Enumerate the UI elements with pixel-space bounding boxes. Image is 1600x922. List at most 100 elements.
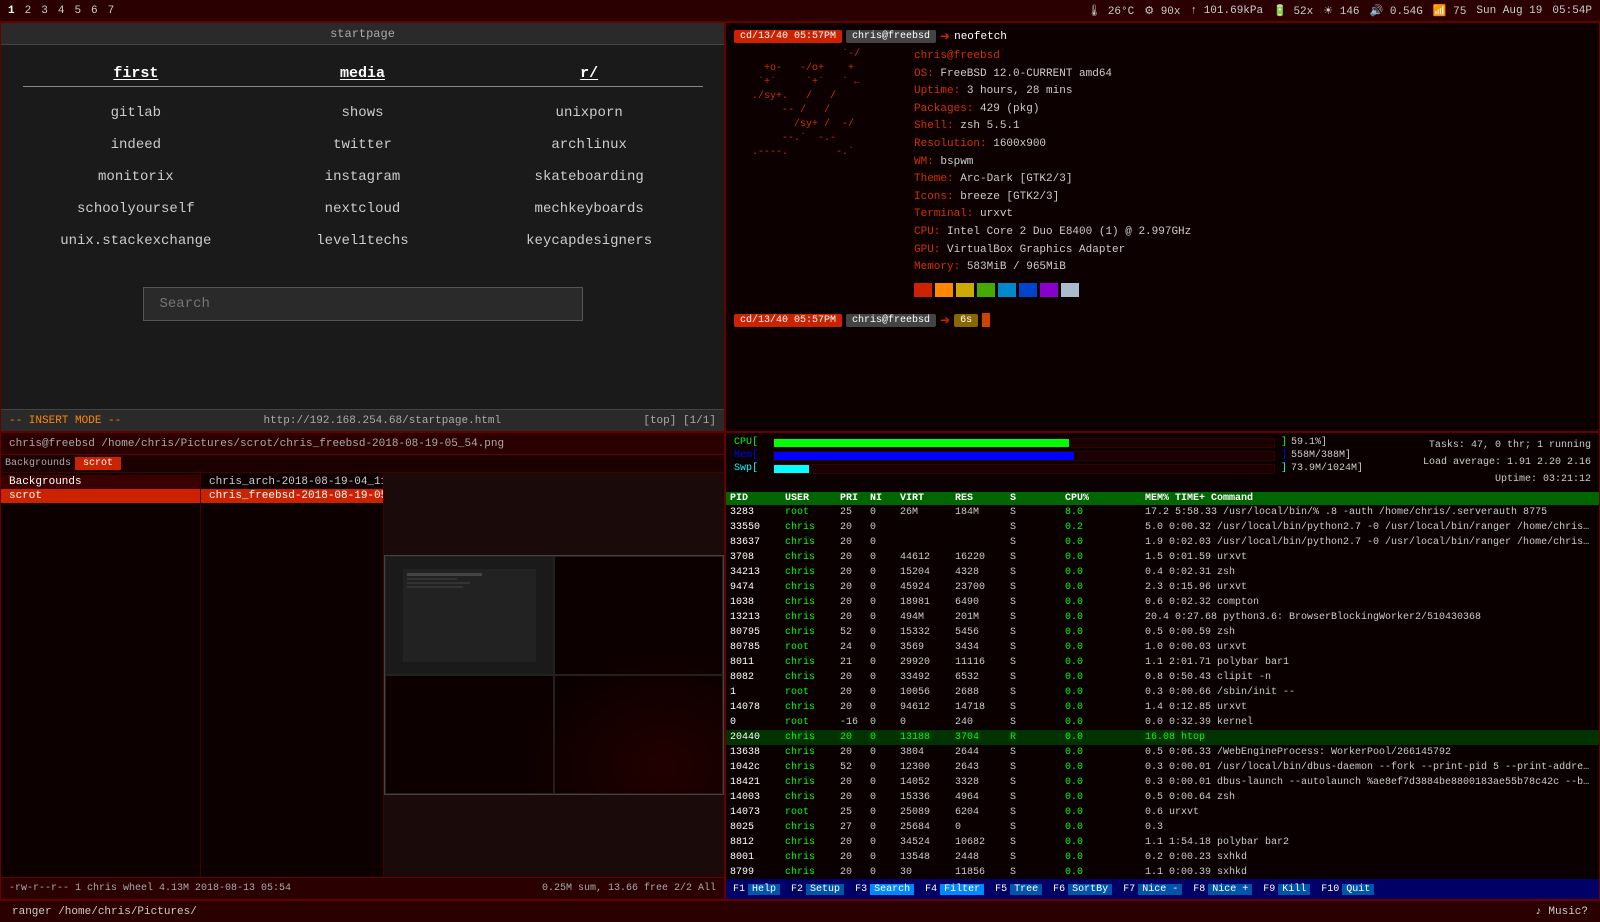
- link-mechkeyboards[interactable]: mechkeyboards: [535, 201, 644, 217]
- ranger-tab-backgrounds[interactable]: Backgrounds: [5, 458, 71, 469]
- htop-process-row[interactable]: 8082 chris 20 0 33492 6532 S 0.0 0.8 0:5…: [726, 670, 1599, 685]
- ranger-left-panel: Backgrounds scrot: [1, 473, 201, 877]
- link-skateboarding[interactable]: skateboarding: [535, 169, 644, 185]
- workspace-1[interactable]: 1: [8, 5, 15, 17]
- htop-f7-nice-minus[interactable]: F7Nice -: [1120, 884, 1186, 895]
- terminal-prompt-line1: cd/13/40 05:57PM chris@freebsd ➜ neofetc…: [734, 29, 1591, 44]
- htop-process-row[interactable]: 0 root -16 0 0 240 S 0.0 0.0 0:32.39 ker…: [726, 715, 1599, 730]
- htop-process-row[interactable]: 83637 chris 20 0 S 0.0 1.9 0:02.03 /usr/…: [726, 535, 1599, 550]
- htop-process-row[interactable]: 1042c chris 52 0 12300 2643 S 0.0 0.3 0:…: [726, 760, 1599, 775]
- link-twitter[interactable]: twitter: [333, 137, 392, 153]
- terminal-cursor: [982, 313, 990, 327]
- search-input[interactable]: [143, 287, 583, 321]
- terminal-prompt-bg2: cd/13/40 05:57PM: [734, 314, 842, 327]
- htop-process-row[interactable]: 1038 chris 20 0 18981 6490 S 0.0 0.6 0:0…: [726, 595, 1599, 610]
- htop-process-row[interactable]: 14078 chris 20 0 94612 14718 S 0.0 1.4 0…: [726, 700, 1599, 715]
- htop-process-row[interactable]: 18421 chris 20 0 14052 3328 S 0.0 0.3 0:…: [726, 775, 1599, 790]
- workspace-5[interactable]: 5: [74, 5, 81, 17]
- htop-process-row[interactable]: 8025 chris 27 0 25684 0 S 0.0 0.3: [726, 820, 1599, 835]
- startpage-links: first gitlab indeed monitorix schoolyour…: [23, 65, 703, 257]
- htop-f4-filter[interactable]: F4Filter: [922, 884, 988, 895]
- color-yellow: [956, 283, 974, 297]
- htop-process-row[interactable]: 8799 chris 20 0 30 11856 S 0.0 1.1 0:00.…: [726, 865, 1599, 879]
- link-level1techs[interactable]: level1techs: [316, 233, 408, 249]
- neofetch-terminal-label: Terminal:: [914, 208, 980, 220]
- col-media-header: media: [249, 65, 476, 87]
- ranger-file-2[interactable]: chris_freebsd-2018-08-19-05_54.png 4.13 …: [201, 489, 383, 503]
- col-reddit-header: r/: [476, 65, 703, 87]
- htop-process-row[interactable]: 3708 chris 20 0 44612 16220 S 0.0 1.5 0:…: [726, 550, 1599, 565]
- htop-process-row[interactable]: 8812 chris 20 0 34524 10682 S 0.0 1.1 1:…: [726, 835, 1599, 850]
- workspace-2[interactable]: 2: [25, 5, 32, 17]
- htop-process-row[interactable]: 34213 chris 20 0 15204 4328 S 0.0 0.4 0:…: [726, 565, 1599, 580]
- htop-process-list: 3283 root 25 0 26M 184M S 8.0 17.2 5:58.…: [726, 505, 1599, 879]
- vol-stat: 🔊 0.54G: [1370, 4, 1423, 18]
- htop-f9-kill[interactable]: F9Kill: [1260, 884, 1314, 895]
- htop-tasks: Tasks: 47, 0 thr; 1 running: [1391, 437, 1591, 454]
- workspace-6[interactable]: 6: [91, 5, 98, 17]
- link-keycapdesigners[interactable]: keycapdesigners: [526, 233, 652, 249]
- neofetch-gpu-label: GPU:: [914, 244, 947, 256]
- ranger-file-info: -rw-r--r-- 1 chris wheel 4.13M 2018-08-1…: [9, 883, 291, 894]
- topbar: 1 2 3 4 5 6 7 🌡 26°C ⚙ 90x ↑ 101.69kPa 🔋…: [0, 0, 1600, 22]
- ranger-dir-scrot[interactable]: scrot: [1, 489, 200, 503]
- htop-process-row[interactable]: 80795 chris 52 0 15332 5456 S 0.0 0.5 0:…: [726, 625, 1599, 640]
- link-unix-stackexchange[interactable]: unix.stackexchange: [60, 233, 211, 249]
- main-grid: startpage first gitlab indeed monitorix …: [0, 22, 1600, 900]
- link-indeed[interactable]: indeed: [111, 137, 161, 153]
- htop-process-row[interactable]: 13638 chris 20 0 3804 2644 S 0.0 0.5 0:0…: [726, 745, 1599, 760]
- neofetch-cmd: neofetch: [954, 31, 1007, 43]
- htop-f2-setup[interactable]: F2Setup: [788, 884, 848, 895]
- link-schoolyourself[interactable]: schoolyourself: [77, 201, 195, 217]
- htop-process-row[interactable]: 80785 root 24 0 3569 3434 S 0.0 1.0 0:00…: [726, 640, 1599, 655]
- terminal-prompt-line2: cd/13/40 05:57PM chris@freebsd ➜ 6s: [734, 313, 1591, 328]
- htop-f1-help[interactable]: F1Help: [730, 884, 784, 895]
- topbar-stats: 🌡 26°C ⚙ 90x ↑ 101.69kPa 🔋 52x ☀ 146 🔊 0…: [1087, 4, 1592, 18]
- htop-footer[interactable]: F1Help F2Setup F3Search F4Filter F5Tree …: [726, 879, 1599, 899]
- color-cyan: [998, 283, 1016, 297]
- ranger-space-info: 0.25M sum, 13.66 free 2/2 All: [542, 883, 716, 894]
- htop-f8-nice-plus[interactable]: F8Nice +: [1190, 884, 1256, 895]
- link-instagram[interactable]: instagram: [325, 169, 401, 185]
- link-monitorix[interactable]: monitorix: [98, 169, 174, 185]
- terminal-prompt-bg1: cd/13/40 05:57PM: [734, 30, 842, 43]
- htop-process-row[interactable]: 9474 chris 20 0 45924 23700 S 0.0 2.3 0:…: [726, 580, 1599, 595]
- neofetch-output: `-/ +o- -/o+ + `+` `+` ` ← ./sy+. / / --…: [734, 48, 1591, 297]
- ranger-tab-scrot[interactable]: scrot: [75, 457, 121, 470]
- htop-process-row[interactable]: 8011 chris 21 0 29920 11116 S 0.0 1.1 2:…: [726, 655, 1599, 670]
- htop-process-row[interactable]: 14003 chris 20 0 15336 4964 S 0.0 0.5 0:…: [726, 790, 1599, 805]
- io-stat: ↑ 101.69kPa: [1191, 5, 1264, 17]
- htop-process-row[interactable]: 33550 chris 20 0 S 0.2 5.0 0:00.32 /usr/…: [726, 520, 1599, 535]
- workspace-4[interactable]: 4: [58, 5, 65, 17]
- link-shows[interactable]: shows: [341, 105, 383, 121]
- htop-process-row[interactable]: 1 root 20 0 10056 2688 S 0.0 0.3 0:00.66…: [726, 685, 1599, 700]
- neofetch-wm-label: WM:: [914, 156, 940, 168]
- ranger-middle-panel: chris_arch-2018-08-19-04_11.png chris_fr…: [201, 473, 384, 877]
- link-archlinux[interactable]: archlinux: [551, 137, 627, 153]
- htop-process-row[interactable]: 20440 chris 20 0 13188 3704 R 0.0 16.08 …: [726, 730, 1599, 745]
- htop-f3-search[interactable]: F3Search: [852, 884, 918, 895]
- htop-swp-fill: [774, 465, 809, 473]
- htop-cpu-value: 59.1%]: [1291, 437, 1371, 448]
- htop-f5-tree[interactable]: F5Tree: [992, 884, 1046, 895]
- workspace-3[interactable]: 3: [41, 5, 48, 17]
- link-nextcloud[interactable]: nextcloud: [325, 201, 401, 217]
- htop-f10-quit[interactable]: F10Quit: [1318, 884, 1378, 895]
- screenshot-preview: [384, 555, 724, 795]
- preview-shadow: [520, 651, 723, 794]
- htop-mem-value: 558M/388M]: [1291, 450, 1371, 461]
- workspace-7[interactable]: 7: [108, 5, 115, 17]
- wifi-stat: 📶 75: [1433, 4, 1467, 18]
- neofetch-resolution-label: Resolution:: [914, 138, 993, 150]
- ranger-file-1[interactable]: chris_arch-2018-08-19-04_11.png: [201, 475, 383, 489]
- htop-process-row[interactable]: 8001 chris 20 0 13548 2448 S 0.0 0.2 0:0…: [726, 850, 1599, 865]
- color-light: [1061, 283, 1079, 297]
- ranger-dir-backgrounds[interactable]: Backgrounds: [1, 475, 200, 489]
- link-unixporn[interactable]: unixporn: [556, 105, 623, 121]
- link-gitlab[interactable]: gitlab: [111, 105, 161, 121]
- htop-process-row[interactable]: 3283 root 25 0 26M 184M S 8.0 17.2 5:58.…: [726, 505, 1599, 520]
- htop-process-row[interactable]: 14073 root 25 0 25089 6204 S 0.0 0.6 urx…: [726, 805, 1599, 820]
- neofetch-theme-label: Theme:: [914, 173, 960, 185]
- htop-process-row[interactable]: 13213 chris 20 0 494M 201M S 0.0 20.4 0:…: [726, 610, 1599, 625]
- htop-f6-sortby[interactable]: F6SortBy: [1050, 884, 1116, 895]
